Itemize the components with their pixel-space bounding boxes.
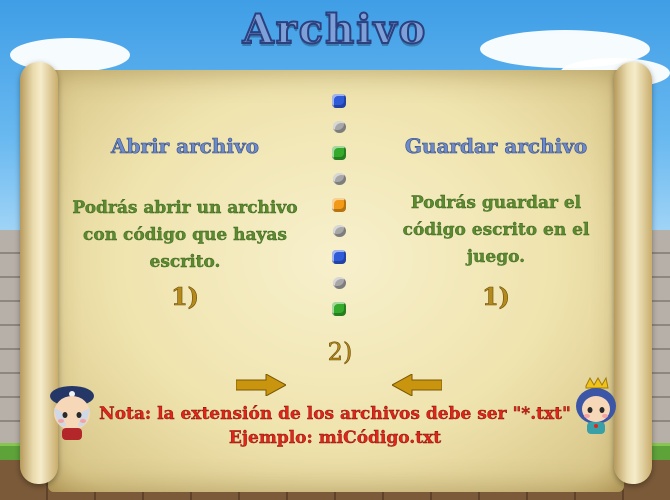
- desc-line: código escrito en el: [402, 220, 590, 240]
- file-name-example: Ejemplo: miCódigo.txt: [228, 428, 442, 448]
- open-file-heading[interactable]: Abrir archivo: [60, 134, 310, 159]
- desc-line: con código que hayas: [83, 225, 287, 245]
- file-extension-note: Nota: la extensión de los archivos debe …: [99, 404, 571, 424]
- grey-gem-icon: [332, 173, 346, 185]
- grey-gem-icon: [332, 121, 346, 133]
- desc-line: juego.: [466, 247, 526, 267]
- save-file-description: Podrás guardar el código escrito en el j…: [386, 190, 606, 271]
- desc-line: Podrás abrir un archivo: [72, 198, 298, 218]
- gem-divider: [330, 94, 348, 329]
- open-file-step-number: 1): [170, 282, 200, 312]
- blue-gem-icon: [332, 94, 346, 108]
- green-gem-icon: [332, 302, 346, 316]
- save-file-step-number: 1): [481, 282, 511, 312]
- arrow-right-icon[interactable]: [236, 374, 286, 396]
- blue-gem-icon: [332, 250, 346, 264]
- green-gem-icon: [332, 146, 346, 160]
- desc-line: escrito.: [149, 252, 221, 272]
- desc-line: Podrás guardar el: [410, 193, 582, 213]
- save-file-heading[interactable]: Guardar archivo: [386, 134, 606, 159]
- page-title: Archivo: [242, 5, 428, 54]
- grey-gem-icon: [332, 277, 346, 289]
- open-file-description: Podrás abrir un archivo con código que h…: [60, 195, 310, 276]
- orange-gem-icon: [332, 198, 346, 212]
- arrow-left-icon[interactable]: [392, 374, 442, 396]
- center-step-number: 2): [327, 338, 353, 367]
- grey-gem-icon: [332, 225, 346, 237]
